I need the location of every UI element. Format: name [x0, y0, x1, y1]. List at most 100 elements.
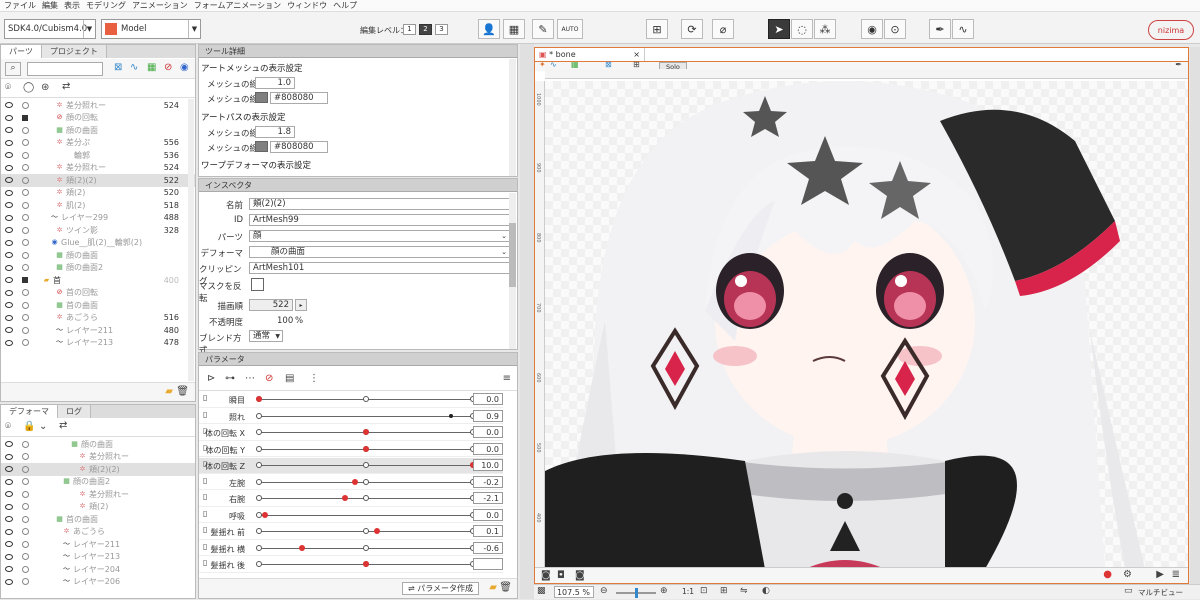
select-toggle-icon[interactable]	[22, 578, 29, 586]
select-toggle-icon[interactable]	[22, 314, 29, 322]
eye-icon[interactable]	[5, 578, 13, 585]
select-toggle-icon[interactable]	[22, 251, 29, 259]
parameter-panel-icon[interactable]: 👤	[478, 19, 500, 39]
draw-order-input[interactable]: 522	[249, 299, 293, 311]
toggle-visibility-icon[interactable]: ⌾	[5, 82, 11, 93]
select-toggle-icon[interactable]	[22, 528, 29, 536]
sdk-version-select[interactable]: SDK4.0/Cubism4.0 ▼	[4, 19, 96, 39]
select-toggle-icon[interactable]	[22, 465, 29, 473]
parameter-row[interactable]: ▯ 髪揺れ 前 0.1	[199, 524, 503, 540]
eye-icon[interactable]	[5, 466, 13, 473]
parameter-slider[interactable]	[256, 462, 476, 468]
tree-row[interactable]: ▦ 顔の曲面2	[1, 476, 195, 489]
lock-icon[interactable]	[22, 114, 28, 121]
path-filter-icon[interactable]: ∿	[130, 62, 138, 73]
parameter-row[interactable]: ▯ 体の回転 X 0.0	[199, 425, 503, 441]
key-marker[interactable]	[363, 495, 369, 501]
eye-icon[interactable]	[5, 289, 13, 296]
parts-select[interactable]: 顔 ⌄	[249, 230, 511, 242]
lock-icon[interactable]: ▯	[203, 525, 207, 534]
fit-icon[interactable]: ⊡	[700, 586, 708, 596]
path-line-width-input[interactable]: 1.8	[255, 126, 295, 138]
tree-row[interactable]: ✲ 差分照れー	[1, 451, 195, 464]
select-toggle-icon[interactable]	[22, 540, 29, 548]
tree-row[interactable]: 〜レイヤー204	[1, 563, 195, 576]
tree-row[interactable]: 輪郭 536	[1, 149, 195, 162]
menu-item-3[interactable]: モデリング	[86, 0, 126, 11]
tree-row[interactable]: ⊘ 顔の回転	[1, 112, 195, 125]
trash-icon[interactable]: 🗑	[176, 386, 189, 397]
slider-handle[interactable]	[341, 495, 348, 501]
tree-row[interactable]: ✲ 頬(2)	[1, 501, 195, 514]
swap-icon[interactable]: ⇄	[59, 420, 67, 431]
tab-log[interactable]: ログ	[58, 405, 91, 418]
tree-row[interactable]: ▰ 首 400	[1, 274, 195, 287]
eye-icon[interactable]	[5, 127, 13, 134]
select-toggle-icon[interactable]	[22, 503, 29, 511]
tree-row[interactable]: ✲ あごうら	[1, 526, 195, 539]
parameter-slider[interactable]	[256, 478, 476, 485]
parameter-value-input[interactable]: 0.0	[473, 393, 503, 405]
tree-row[interactable]: 〜レイヤー206	[1, 576, 195, 589]
slider-handle[interactable]	[256, 396, 262, 402]
lock-icon[interactable]: ▯	[203, 393, 207, 402]
eye-icon[interactable]	[5, 491, 13, 498]
id-input[interactable]: ArtMesh99	[249, 214, 511, 226]
eye-icon[interactable]	[5, 277, 13, 284]
grid-view-icon[interactable]: ⊞	[633, 60, 640, 69]
search-icon[interactable]: ⌕	[5, 62, 21, 76]
key-marker[interactable]	[256, 429, 262, 435]
rotation-filter-icon[interactable]: ⊘	[164, 62, 172, 73]
lock-icon[interactable]: ▯	[203, 558, 207, 567]
keyform-icon[interactable]: ▤	[285, 373, 294, 384]
tree-row[interactable]: ✲ あごうら 516	[1, 312, 195, 325]
parameter-row[interactable]: ▯ 右腕 -2.1	[199, 491, 503, 507]
nizima-logo[interactable]: nizima	[1148, 20, 1194, 40]
parts-search-input[interactable]	[27, 62, 103, 76]
eye-icon[interactable]	[5, 152, 13, 159]
menu-icon[interactable]: ≡	[503, 373, 511, 384]
select-toggle-icon[interactable]	[22, 440, 29, 448]
eye-icon[interactable]	[5, 339, 13, 346]
menu-item-7[interactable]: ヘルプ	[333, 0, 357, 11]
select-toggle-icon[interactable]	[22, 151, 29, 159]
ratio-button[interactable]: 1:1	[682, 587, 694, 596]
parameter-value-input[interactable]: 0.0	[473, 426, 503, 438]
eye-icon[interactable]	[5, 177, 13, 184]
select-toggle-icon[interactable]	[22, 201, 29, 209]
select-toggle-icon[interactable]	[22, 164, 29, 172]
tree-row[interactable]: ✲ 差分照れー 524	[1, 99, 195, 112]
delete-key-icon[interactable]: ⊘	[265, 373, 273, 384]
eye-icon[interactable]	[5, 164, 13, 171]
name-input[interactable]: 頬(2)(2)	[249, 198, 511, 210]
select-toggle-icon[interactable]	[22, 289, 29, 297]
model-canvas[interactable]	[545, 81, 1188, 569]
swap-icon[interactable]: ⇄	[62, 81, 70, 92]
lock-icon[interactable]: ▯	[203, 492, 207, 501]
eye-icon[interactable]	[5, 227, 13, 234]
tab-parts[interactable]: パーツ	[1, 45, 42, 58]
key-marker[interactable]	[256, 495, 262, 501]
parameter-slider[interactable]	[256, 495, 476, 501]
toggle-visibility-icon[interactable]: ⌾	[5, 421, 11, 432]
tree-row[interactable]: ▦ 顔の曲面	[1, 438, 195, 451]
tab-deformer[interactable]: デフォーマ	[1, 405, 58, 418]
parameter-slider[interactable]	[256, 561, 476, 567]
eye-icon[interactable]	[5, 314, 13, 321]
zoom-out-icon[interactable]: ⊖	[600, 586, 608, 596]
warp-view-icon[interactable]: ▦	[571, 60, 579, 69]
eye-icon[interactable]	[5, 139, 13, 146]
tree-row[interactable]: ✲ 頬(2)(2) 522	[1, 174, 195, 187]
select-toggle-icon[interactable]	[22, 565, 29, 573]
parameter-value-input[interactable]: -2.1	[473, 492, 503, 504]
eye-icon[interactable]	[5, 553, 13, 560]
menu-item-5[interactable]: フォームアニメーション	[194, 0, 281, 11]
parameter-row[interactable]: ▯ 呼吸 0.0	[199, 508, 503, 523]
parameter-row[interactable]: ▯ 髪揺れ 後	[199, 557, 503, 573]
key-marker[interactable]	[363, 462, 369, 468]
parameter-row[interactable]: ▯ 左腕 -0.2	[199, 475, 503, 490]
texture-atlas-icon[interactable]: ▦	[503, 19, 525, 39]
settings-icon[interactable]: ⚙	[1123, 569, 1132, 580]
select-toggle-icon[interactable]	[22, 226, 29, 234]
record-icon[interactable]: ●	[1103, 569, 1112, 580]
